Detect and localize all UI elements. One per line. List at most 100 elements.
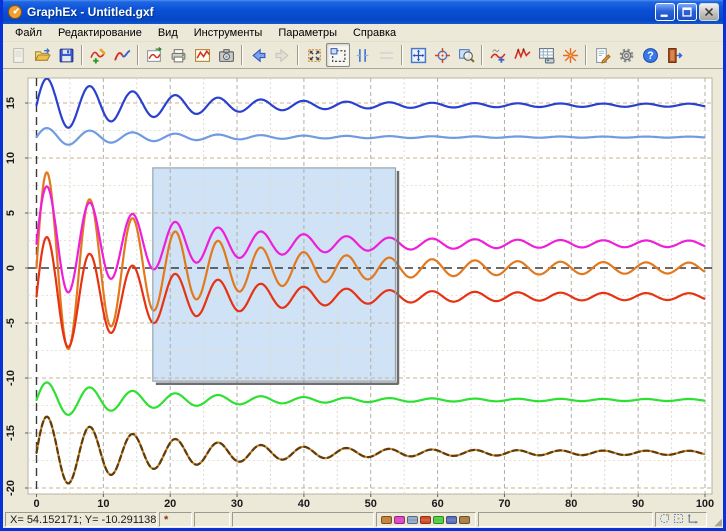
spark-button[interactable]	[558, 43, 582, 67]
zoom-window-button[interactable]	[454, 43, 478, 67]
add-curve-button[interactable]	[86, 43, 110, 67]
y-tick-label: 10	[5, 152, 17, 164]
cursor-coordinates: X= 54.152171; Y= -10.291138	[5, 512, 157, 527]
print-button[interactable]	[166, 43, 190, 67]
close-button[interactable]	[699, 3, 719, 21]
x-tick-label: 30	[231, 498, 243, 510]
menu-item-2[interactable]: Вид	[150, 25, 186, 41]
vertical-markers-icon	[354, 47, 371, 64]
target-crosshair-icon	[434, 47, 451, 64]
pan-button[interactable]	[406, 43, 430, 67]
menu-item-0[interactable]: Файл	[7, 25, 50, 41]
x-tick-label: 90	[632, 498, 644, 510]
y-tick-label: -5	[5, 318, 17, 328]
toolbar-separator	[585, 45, 587, 65]
vertical-markers-button[interactable]	[350, 43, 374, 67]
curve-info-button[interactable]	[486, 43, 510, 67]
legend-swatch-red[interactable]	[420, 516, 431, 524]
curve-info-plus-icon	[490, 47, 507, 64]
status-tool-icons	[655, 512, 707, 527]
floppy-disk-icon	[58, 47, 75, 64]
toolbar-separator	[241, 45, 243, 65]
legend-swatch-orange[interactable]	[381, 516, 392, 524]
exit-door-icon	[666, 47, 683, 64]
legend-swatch-green[interactable]	[433, 516, 444, 524]
open-folder-icon	[34, 47, 51, 64]
legend-swatch-brown[interactable]	[459, 516, 470, 524]
open-file-button[interactable]	[30, 43, 54, 67]
pan-crosshair-icon	[410, 47, 427, 64]
menu-item-1[interactable]: Редактирование	[50, 25, 150, 41]
plot-region: 0102030405060708090100151050-5-10-15-20	[3, 69, 723, 510]
zoom-selection-button[interactable]	[326, 43, 350, 67]
horizontal-markers-button	[374, 43, 398, 67]
modified-flag: *	[159, 512, 192, 527]
peaks-button[interactable]	[510, 43, 534, 67]
fit-view-button[interactable]	[302, 43, 326, 67]
peaks-curve-icon	[514, 47, 531, 64]
arrow-right-icon	[274, 47, 291, 64]
chart-preview-button[interactable]	[190, 43, 214, 67]
gear-icon	[618, 47, 635, 64]
toolbar-separator	[481, 45, 483, 65]
annotate-button[interactable]	[590, 43, 614, 67]
camera-icon	[218, 47, 235, 64]
x-tick-label: 40	[298, 498, 310, 510]
undo-view-button[interactable]	[246, 43, 270, 67]
spark-burst-icon	[562, 47, 579, 64]
save-button[interactable]	[54, 43, 78, 67]
minimize-button[interactable]	[655, 3, 675, 21]
toolbar-separator	[137, 45, 139, 65]
menu-bar: ФайлРедактированиеВидИнструментыПараметр…	[3, 24, 723, 42]
title-bar[interactable]: GraphEx - Untitled.gxf	[3, 0, 723, 24]
note-pencil-icon	[594, 47, 611, 64]
x-tick-label: 20	[164, 498, 176, 510]
data-table-button[interactable]	[534, 43, 558, 67]
menu-item-5[interactable]: Справка	[345, 25, 404, 41]
legend-swatch-blue[interactable]	[446, 516, 457, 524]
settings-button[interactable]	[614, 43, 638, 67]
legend-swatch-magenta[interactable]	[394, 516, 405, 524]
status-bar: X= 54.152171; Y= -10.291138 * ◢	[3, 510, 723, 528]
help-button[interactable]: ?	[638, 43, 662, 67]
rotate-selection-icon[interactable]	[658, 512, 671, 527]
tracker-button[interactable]	[430, 43, 454, 67]
table-calculator-icon	[538, 47, 555, 64]
selection-box-icon	[672, 512, 685, 525]
snapshot-button[interactable]	[214, 43, 238, 67]
curve-style-button[interactable]	[110, 43, 134, 67]
exit-button[interactable]	[662, 43, 686, 67]
horizontal-markers-icon	[378, 47, 395, 64]
legend-swatch-light-blue[interactable]	[407, 516, 418, 524]
y-tick-label: -20	[5, 480, 17, 496]
y-tick-label: 15	[5, 97, 17, 109]
menu-item-3[interactable]: Инструменты	[186, 25, 271, 41]
x-tick-label: 70	[498, 498, 510, 510]
y-tick-label: 5	[5, 210, 17, 216]
toolbar-separator	[297, 45, 299, 65]
y-tick-label: 0	[5, 265, 17, 271]
status-panel-empty-3	[478, 512, 653, 527]
app-logo-icon	[7, 4, 23, 20]
plot-area[interactable]: 0102030405060708090100151050-5-10-15-20	[3, 69, 723, 511]
x-tick-label: 60	[431, 498, 443, 510]
x-tick-label: 100	[696, 498, 714, 510]
x-tick-label: 0	[33, 498, 39, 510]
maximize-button[interactable]	[677, 3, 697, 21]
magnifier-box-icon	[458, 47, 475, 64]
x-tick-label: 50	[365, 498, 377, 510]
axes-corner-icon	[686, 512, 699, 525]
app-window: GraphEx - Untitled.gxf ФайлРедактировани…	[0, 0, 726, 531]
chart-preview-icon	[194, 47, 211, 64]
selection-box-icon[interactable]	[672, 512, 685, 527]
menu-item-4[interactable]: Параметры	[270, 25, 345, 41]
status-panel-empty-1	[194, 512, 230, 527]
two-color-curve-icon	[114, 47, 131, 64]
help-icon: ?	[642, 47, 659, 64]
toolbar-separator	[401, 45, 403, 65]
axes-corner-icon[interactable]	[686, 512, 699, 527]
toolbar-separator	[81, 45, 83, 65]
expand-arrows-icon	[306, 47, 323, 64]
resize-grip[interactable]: ◢	[709, 512, 722, 527]
export-chart-button[interactable]	[142, 43, 166, 67]
